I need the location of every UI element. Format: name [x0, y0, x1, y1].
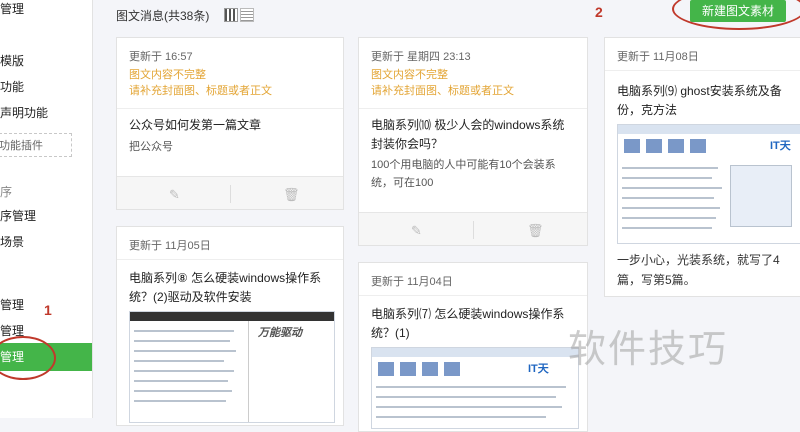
sidebar-item-label: 管理 — [0, 2, 25, 16]
card-actions: ✎ 🗑 — [117, 176, 343, 209]
card-actions: ✎ 🗑 — [359, 212, 587, 245]
sidebar-section-miniprogram: 序 — [0, 183, 92, 200]
divider — [605, 70, 800, 71]
thumb-row — [134, 340, 230, 342]
delete-icon[interactable]: 🗑 — [283, 187, 300, 203]
card-title: 电脑系列⑽ 极少人会的windows系统封装你会吗？ — [371, 118, 565, 151]
thumb-titlebar — [618, 125, 800, 134]
thumb-tool-icon — [646, 139, 662, 153]
delete-icon[interactable]: 🗑 — [527, 223, 544, 239]
sidebar-section-label: 序 — [0, 185, 13, 199]
thumb-tool-icon — [378, 362, 394, 376]
card-title: 公众号如何发第一篇文章 — [129, 118, 262, 132]
card-title: 电脑系列⑧ 怎么硬装windows操作系统？(2)驱动及软件安装 — [129, 271, 322, 304]
add-plugin-label: 功能插件 — [0, 140, 43, 152]
thumb-row — [376, 386, 566, 388]
thumb-row — [134, 360, 224, 362]
watermark: 软件技巧 — [568, 329, 729, 371]
thumb-tool-icon — [400, 362, 416, 376]
sidebar-item-function[interactable]: 功能 — [0, 78, 92, 95]
thumb-logo: 万能驱动 — [258, 327, 302, 339]
divider — [473, 221, 474, 239]
edit-icon[interactable]: ✎ — [169, 187, 180, 203]
sidebar-item-label: 声明功能 — [0, 106, 49, 120]
thumb-row — [622, 207, 720, 209]
thumb-row — [134, 380, 228, 382]
card-warning-detail: 请补充封面图、标题或者正文 — [371, 85, 514, 97]
sidebar-item-declare[interactable]: 声明功能 — [0, 104, 92, 121]
thumb-row — [134, 330, 234, 332]
sidebar-item-label: 功能 — [0, 80, 25, 94]
sidebar-item-template[interactable]: 模版 — [0, 52, 92, 69]
thumb-row — [134, 400, 226, 402]
card-title: 电脑系列⑼ ghost安装系统及备份，克方法 — [617, 84, 782, 117]
grid-view-icon[interactable] — [224, 8, 238, 22]
thumb-logo: IT天 — [770, 140, 791, 152]
thumb-titlebar — [372, 348, 578, 357]
thumb-row — [622, 167, 718, 169]
thumb-row — [622, 197, 714, 199]
thumb-row — [622, 217, 716, 219]
divider — [230, 185, 231, 203]
card-date: 更新于 16:57 — [129, 51, 193, 63]
article-card[interactable]: 更新于 16:57 图文内容不完整 请补充封面图、标题或者正文 公众号如何发第一… — [116, 37, 344, 210]
sidebar-item-label: 序管理 — [0, 209, 37, 223]
article-card[interactable]: 更新于 11月08日 电脑系列⑼ ghost安装系统及备份，克方法 IT天 一步… — [604, 37, 800, 297]
card-warning-detail: 请补充封面图、标题或者正文 — [129, 85, 272, 97]
sidebar-item-scene[interactable]: 场景 — [0, 233, 92, 250]
card-desc: 一步小心，光装系统，就写了4篇，写第5篇。 — [617, 253, 780, 287]
divider — [117, 259, 343, 260]
divider — [117, 108, 343, 109]
sidebar-item-label: 模版 — [0, 54, 25, 68]
card-thumbnail: IT天 — [371, 347, 579, 429]
thumb-row — [622, 177, 712, 179]
sidebar-item-label: 场景 — [0, 235, 25, 249]
list-view-icon[interactable] — [240, 8, 254, 22]
thumb-row — [376, 406, 562, 408]
thumb-titlebar — [130, 312, 334, 321]
thumb-row — [134, 370, 234, 372]
sidebar-item-program-manage[interactable]: 序管理 — [0, 207, 92, 224]
article-card[interactable]: 更新于 11月05日 电脑系列⑧ 怎么硬装windows操作系统？(2)驱动及软… — [116, 226, 344, 426]
card-date: 更新于 星期四 23:13 — [371, 51, 471, 63]
thumb-tool-icon — [690, 139, 706, 153]
article-card[interactable]: 更新于 星期四 23:13 图文内容不完整 请补充封面图、标题或者正文 电脑系列… — [358, 37, 588, 246]
card-thumbnail: IT天 — [617, 124, 800, 244]
thumb-tool-icon — [422, 362, 438, 376]
card-title: 电脑系列⑺ 怎么硬装windows操作系统？(1) — [371, 307, 565, 340]
thumb-side-panel — [730, 165, 792, 227]
thumb-row — [134, 390, 232, 392]
divider — [359, 295, 587, 296]
annotation-number-1: 1 — [44, 302, 52, 318]
card-warning: 图文内容不完整 — [371, 69, 448, 81]
article-card[interactable]: 更新于 11月04日 电脑系列⑺ 怎么硬装windows操作系统？(1) IT天 — [358, 262, 588, 432]
thumb-row — [134, 350, 236, 352]
card-thumbnail: 万能驱动 — [129, 311, 335, 423]
card-desc: 把公众号 — [129, 141, 173, 153]
sidebar-item-manage[interactable]: 管理 — [0, 0, 92, 17]
thumb-tool-icon — [668, 139, 684, 153]
card-date: 更新于 11月05日 — [129, 240, 211, 252]
thumb-tool-icon — [624, 139, 640, 153]
thumb-logo: IT天 — [528, 363, 549, 375]
sidebar-item-label: 管理 — [0, 298, 25, 312]
card-warning: 图文内容不完整 — [129, 69, 206, 81]
thumb-row — [622, 227, 712, 229]
edit-icon[interactable]: ✎ — [411, 223, 422, 239]
card-date: 更新于 11月04日 — [371, 276, 453, 288]
page-title: 图文消息(共38条) — [116, 9, 210, 23]
thumb-row — [622, 187, 722, 189]
add-plugin-button[interactable]: 功能插件 — [0, 133, 72, 157]
thumb-tool-icon — [444, 362, 460, 376]
annotation-circle-right — [672, 0, 800, 30]
annotation-number-2: 2 — [595, 4, 603, 20]
card-desc: 100个用电脑的人中可能有10个会装系统，可在100 — [371, 159, 556, 189]
thumb-panel — [130, 312, 249, 422]
divider — [359, 108, 587, 109]
card-date: 更新于 11月08日 — [617, 51, 699, 63]
thumb-row — [376, 396, 556, 398]
